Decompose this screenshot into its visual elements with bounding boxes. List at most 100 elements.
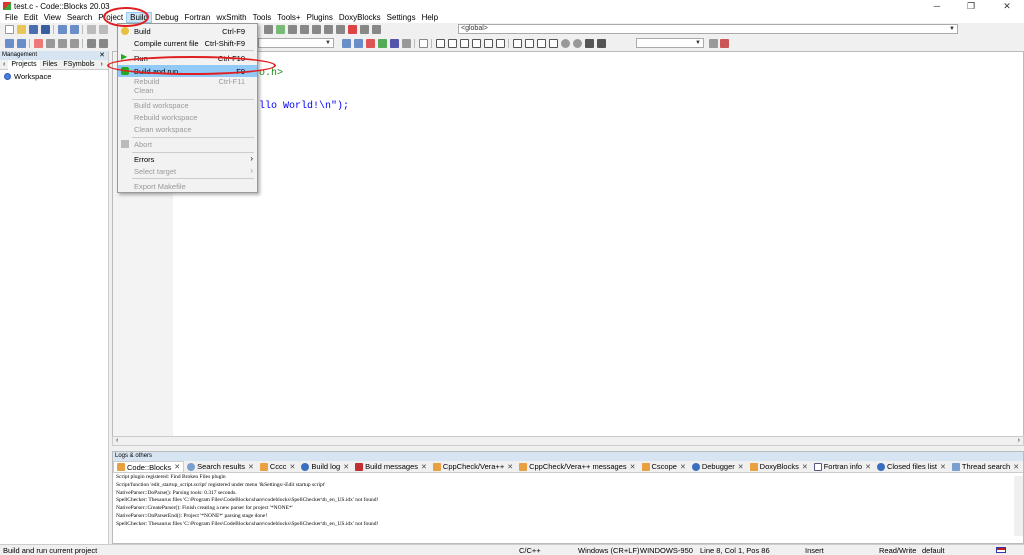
menu-file[interactable]: File bbox=[2, 12, 21, 23]
tab-closed-files-list[interactable]: Closed files list ✕ bbox=[874, 461, 949, 472]
scroll-right-icon[interactable]: › bbox=[1018, 437, 1020, 444]
close-icon[interactable]: ✕ bbox=[507, 463, 513, 471]
box-d-icon[interactable] bbox=[548, 38, 558, 48]
scope-combo[interactable]: <global> ▼ bbox=[458, 24, 958, 34]
build-menu-errors[interactable]: Errors › bbox=[118, 153, 257, 165]
menu-debug[interactable]: Debug bbox=[152, 12, 182, 23]
build-menu-build[interactable]: Build Ctrl-F9 bbox=[118, 25, 257, 37]
search-icon[interactable] bbox=[708, 39, 718, 48]
zoom-out-icon[interactable] bbox=[572, 38, 582, 48]
tab-scroll-right-icon[interactable]: › bbox=[98, 60, 106, 70]
tab-search-results[interactable]: Search results ✕ bbox=[184, 461, 257, 472]
highlight-icon[interactable] bbox=[365, 38, 375, 48]
step-into-icon[interactable] bbox=[299, 24, 309, 34]
tab-cppcheck-vera-messages[interactable]: CppCheck/Vera++ messages ✕ bbox=[516, 461, 638, 472]
close-button[interactable]: ✕ bbox=[990, 0, 1024, 12]
debug-continue-icon[interactable] bbox=[275, 24, 285, 34]
regex-icon[interactable] bbox=[401, 38, 411, 48]
tab-thread-search[interactable]: Thread search ✕ bbox=[949, 461, 1022, 472]
grid-icon[interactable] bbox=[495, 38, 505, 48]
next-line-icon[interactable] bbox=[287, 24, 297, 34]
tab-fsymbols[interactable]: FSymbols bbox=[60, 60, 97, 70]
build-menu-clean-workspace[interactable]: Clean workspace bbox=[118, 123, 257, 135]
close-icon[interactable]: ✕ bbox=[802, 463, 808, 471]
close-icon[interactable]: ✕ bbox=[290, 463, 296, 471]
bookmark-clear-icon[interactable] bbox=[69, 38, 79, 48]
debug-windows-icon[interactable] bbox=[359, 24, 369, 34]
tab-cppcheck-vera[interactable]: CppCheck/Vera++ ✕ bbox=[430, 461, 516, 472]
build-menu-select-target[interactable]: Select target › bbox=[118, 165, 257, 177]
close-icon[interactable]: ✕ bbox=[343, 463, 349, 471]
jump-forward-icon[interactable] bbox=[16, 38, 26, 48]
redo-icon[interactable] bbox=[69, 24, 79, 34]
cursor-select-icon[interactable] bbox=[418, 38, 428, 48]
tab-scroll-left-icon[interactable]: ‹ bbox=[0, 60, 8, 70]
close-icon[interactable]: ✕ bbox=[630, 463, 636, 471]
menu-settings[interactable]: Settings bbox=[384, 12, 419, 23]
search-options-icon[interactable] bbox=[719, 39, 729, 48]
tab-fortran-info[interactable]: Fortran info ✕ bbox=[811, 461, 874, 472]
workspace-node[interactable]: Workspace bbox=[0, 70, 108, 83]
editor-horizontal-scrollbar[interactable]: ‹ › bbox=[112, 436, 1024, 446]
search-combo[interactable]: ▼ bbox=[636, 38, 704, 48]
save-all-icon[interactable] bbox=[40, 24, 50, 34]
jump-back-icon[interactable] bbox=[4, 38, 14, 48]
build-menu-clean[interactable]: Clean bbox=[118, 84, 257, 96]
menu-view[interactable]: View bbox=[41, 12, 64, 23]
close-icon[interactable]: ✕ bbox=[421, 463, 427, 471]
build-menu-abort[interactable]: Abort bbox=[118, 138, 257, 150]
next-instruction-icon[interactable] bbox=[323, 24, 333, 34]
copy-icon[interactable] bbox=[98, 24, 108, 34]
menu-help[interactable]: Help bbox=[419, 12, 441, 23]
build-menu-rebuild-workspace[interactable]: Rebuild workspace bbox=[118, 111, 257, 123]
box-a-icon[interactable] bbox=[512, 38, 522, 48]
open-folder-icon[interactable] bbox=[16, 24, 26, 34]
replace-icon[interactable] bbox=[389, 38, 399, 48]
debug-info-icon[interactable] bbox=[371, 24, 381, 34]
tab-debugger[interactable]: Debugger ✕ bbox=[689, 461, 747, 472]
build-menu-export-makefile[interactable]: Export Makefile bbox=[118, 180, 257, 192]
close-icon[interactable]: ✕ bbox=[99, 51, 105, 60]
scroll-left-icon[interactable]: ‹ bbox=[116, 437, 118, 444]
panel-icon[interactable] bbox=[459, 38, 469, 48]
box-b-icon[interactable] bbox=[524, 38, 534, 48]
tab-projects[interactable]: Projects bbox=[8, 59, 40, 70]
bookmark-next-icon[interactable] bbox=[57, 38, 67, 48]
table-icon[interactable] bbox=[483, 38, 493, 48]
tab-build-log[interactable]: Build log ✕ bbox=[298, 461, 352, 472]
tab-cscope[interactable]: Cscope ✕ bbox=[639, 461, 689, 472]
tab-build-messages[interactable]: Build messages ✕ bbox=[352, 461, 430, 472]
match-icon[interactable] bbox=[377, 38, 387, 48]
frame-icon[interactable] bbox=[447, 38, 457, 48]
cut-icon[interactable] bbox=[86, 24, 96, 34]
close-icon[interactable]: ✕ bbox=[174, 463, 180, 471]
bookmark-toggle-icon[interactable] bbox=[33, 38, 43, 48]
close-icon[interactable]: ✕ bbox=[940, 463, 946, 471]
close-icon[interactable]: ✕ bbox=[680, 463, 686, 471]
tools-icon[interactable] bbox=[98, 38, 108, 48]
minimize-button[interactable]: ─ bbox=[920, 0, 954, 12]
bookmark-prev-icon[interactable] bbox=[45, 38, 55, 48]
zoom-in-icon[interactable] bbox=[560, 38, 570, 48]
arrow-left-icon[interactable] bbox=[341, 38, 351, 48]
close-icon[interactable]: ✕ bbox=[738, 463, 744, 471]
stop-debugger-icon[interactable] bbox=[347, 24, 357, 34]
block-icon[interactable] bbox=[435, 38, 445, 48]
menu-doxyblocks[interactable]: DoxyBlocks bbox=[336, 12, 384, 23]
tab-cccc[interactable]: Cccc ✕ bbox=[257, 461, 299, 472]
close-icon[interactable]: ✕ bbox=[865, 463, 871, 471]
box-c-icon[interactable] bbox=[536, 38, 546, 48]
list-icon[interactable] bbox=[471, 38, 481, 48]
new-file-icon[interactable] bbox=[4, 24, 14, 34]
tab-files[interactable]: Files bbox=[40, 60, 61, 70]
undo-icon[interactable] bbox=[57, 24, 67, 34]
menu-fortran[interactable]: Fortran bbox=[182, 12, 214, 23]
step-into-instruction-icon[interactable] bbox=[335, 24, 345, 34]
settings-icon[interactable] bbox=[86, 38, 96, 48]
menu-tools[interactable]: Tools bbox=[250, 12, 275, 23]
build-menu-build-workspace[interactable]: Build workspace bbox=[118, 99, 257, 111]
close-icon[interactable]: ✕ bbox=[248, 463, 254, 471]
log-vertical-scrollbar[interactable] bbox=[1014, 476, 1023, 536]
build-menu-compile-current-file[interactable]: Compile current file Ctrl-Shift-F9 bbox=[118, 37, 257, 49]
tab-doxyblocks[interactable]: DoxyBlocks ✕ bbox=[747, 461, 811, 472]
